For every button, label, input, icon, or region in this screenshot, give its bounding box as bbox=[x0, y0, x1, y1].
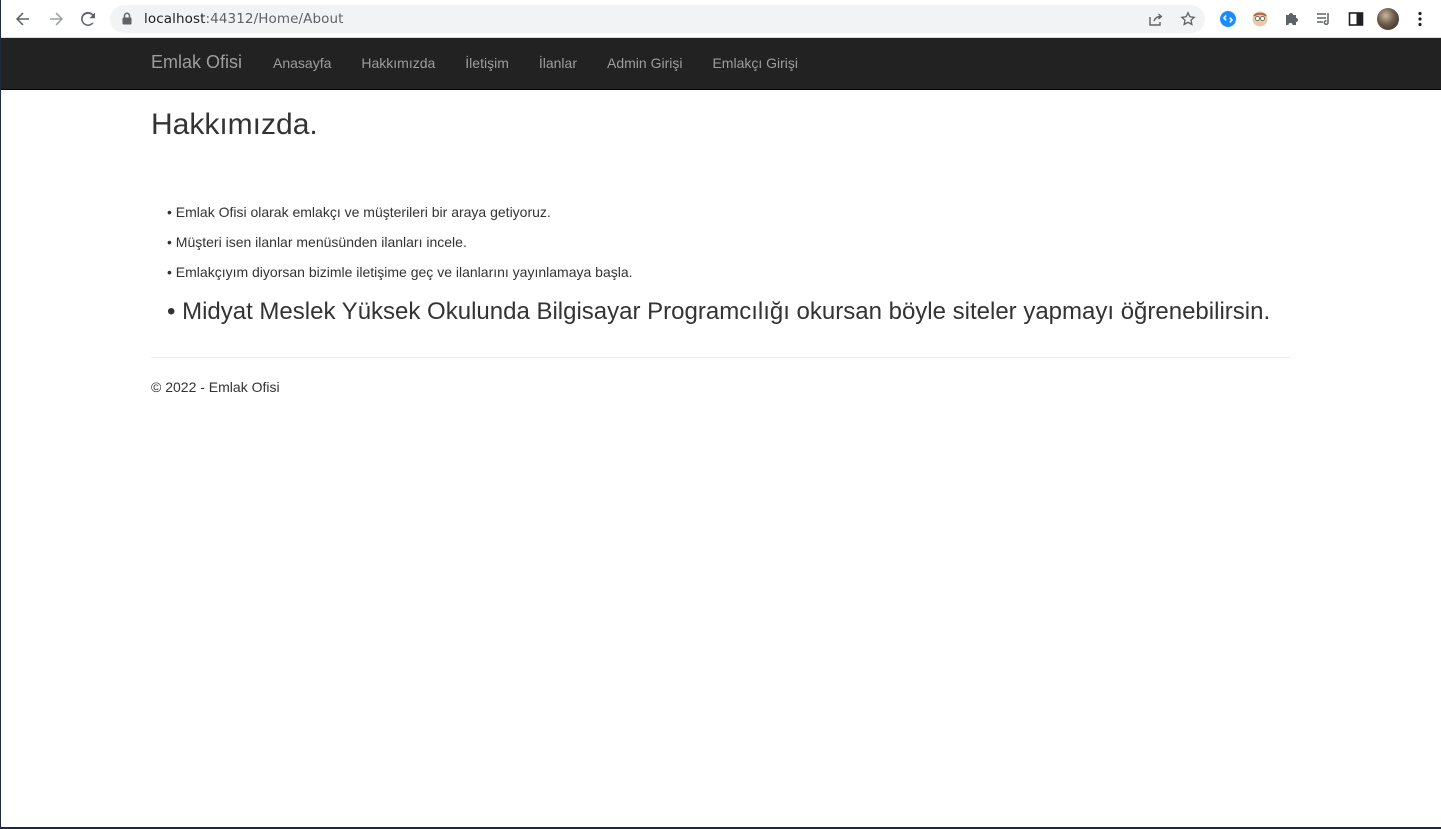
avatar-extension-icon[interactable] bbox=[1249, 8, 1271, 30]
forward-arrow-icon[interactable] bbox=[45, 8, 67, 30]
nav-link-admin-girisi[interactable]: Admin Girişi bbox=[592, 38, 697, 88]
nav-link-anasayfa[interactable]: Anasayfa bbox=[258, 38, 346, 88]
browser-toolbar: localhost:44312/Home/About bbox=[1, 0, 1441, 38]
back-arrow-icon[interactable] bbox=[12, 8, 34, 30]
list-item: • Emlakçıyım diyorsan bizimle iletişime … bbox=[167, 264, 633, 280]
highlight-item: • Midyat Meslek Yüksek Okulunda Bilgisay… bbox=[167, 298, 1271, 325]
profile-avatar[interactable] bbox=[1377, 8, 1399, 30]
reading-list-icon[interactable] bbox=[1313, 8, 1335, 30]
site-navbar: Emlak Ofisi Anasayfa Hakkımızda İletişim… bbox=[1, 38, 1441, 90]
about-list: • Emlak Ofisi olarak emlakçı ve müşteril… bbox=[167, 202, 1270, 327]
url-path: :44312/Home/About bbox=[205, 11, 344, 27]
reload-icon[interactable] bbox=[77, 8, 99, 30]
puzzle-icon[interactable] bbox=[1281, 8, 1303, 30]
brand-link[interactable]: Emlak Ofisi bbox=[151, 52, 242, 73]
footer-copyright: © 2022 - Emlak Ofisi bbox=[151, 379, 280, 395]
star-icon[interactable] bbox=[1177, 9, 1199, 29]
list-item: • Emlak Ofisi olarak emlakçı ve müşteril… bbox=[167, 204, 551, 220]
footer-divider bbox=[151, 357, 1291, 358]
lock-icon bbox=[122, 12, 132, 30]
side-panel-icon[interactable] bbox=[1345, 8, 1367, 30]
nav-links: Anasayfa Hakkımızda İletişim İlanlar Adm… bbox=[258, 38, 813, 88]
browser-window: localhost:44312/Home/About Emlak Ofisi A… bbox=[0, 0, 1441, 829]
nav-link-hakkimizda[interactable]: Hakkımızda bbox=[346, 38, 450, 88]
page-title: Hakkımızda. bbox=[151, 108, 318, 141]
shazam-extension-icon[interactable] bbox=[1217, 8, 1239, 30]
main-content: Hakkımızda. • Emlak Ofisi olarak emlakçı… bbox=[151, 89, 1291, 395]
share-icon[interactable] bbox=[1145, 9, 1167, 29]
nav-link-emlakci-girisi[interactable]: Emlakçı Girişi bbox=[697, 38, 813, 88]
nav-link-iletisim[interactable]: İletişim bbox=[450, 38, 524, 88]
url-text: localhost:44312/Home/About bbox=[144, 11, 344, 27]
url-host: localhost bbox=[144, 11, 206, 27]
address-bar[interactable]: localhost:44312/Home/About bbox=[110, 5, 1205, 33]
nav-link-ilanlar[interactable]: İlanlar bbox=[524, 38, 592, 88]
kebab-menu-icon[interactable] bbox=[1409, 8, 1431, 30]
list-item: • Müşteri isen ilanlar menüsünden ilanla… bbox=[167, 234, 467, 250]
